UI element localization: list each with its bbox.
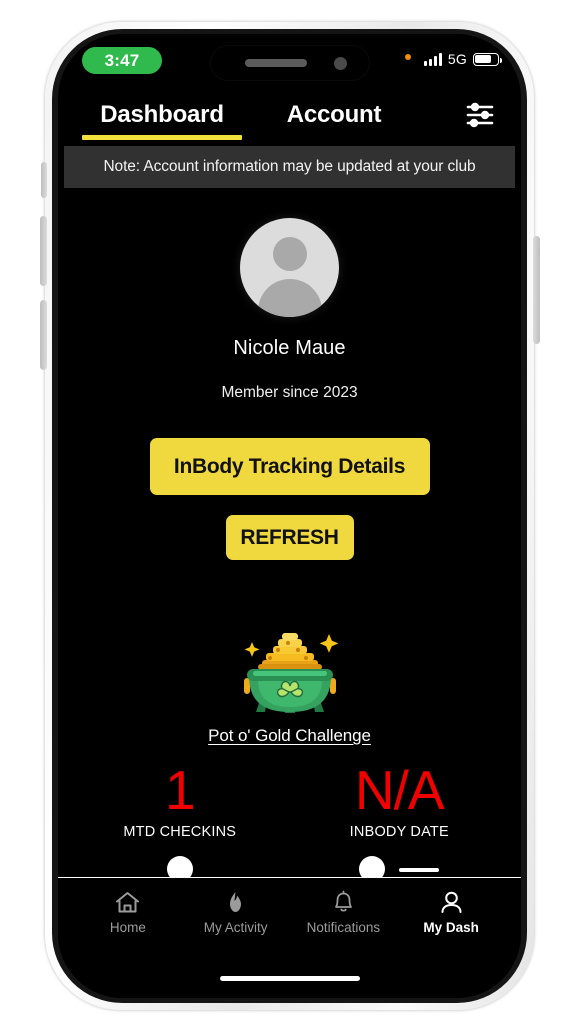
front-camera-icon: [333, 57, 347, 70]
stat-inbody-date-value: N/A: [354, 759, 445, 821]
battery-icon: [473, 52, 502, 66]
nav-item-home-label: Home: [109, 920, 146, 935]
bottom-navigation-bar: Home My Activity Notifications My Dash: [58, 877, 521, 998]
volume-down-button[interactable]: [40, 300, 47, 370]
peek-circle-line-right: [290, 856, 510, 883]
nav-item-my-dash-label: My Dash: [423, 920, 479, 935]
dashboard-content: Nicole Maue Member since 2023 InBody Tra…: [58, 188, 521, 883]
status-right-cluster: 5G: [405, 51, 502, 67]
tab-dashboard-label: Dashboard: [100, 101, 224, 128]
stats-row: 1 MTD CHECKINS N/A INBODY DATE: [58, 762, 521, 840]
stat-mtd-checkins-label: MTD CHECKINS: [123, 824, 237, 841]
stat-mtd-checkins-value: 1: [164, 759, 196, 821]
volume-up-button[interactable]: [40, 216, 47, 286]
tab-account[interactable]: Account: [248, 92, 420, 138]
tab-dashboard[interactable]: Dashboard: [76, 92, 248, 140]
account-note-banner: Note: Account information may be updated…: [64, 146, 515, 188]
screenshot-stage: 3:47 5G Dashboard Account Note: Account …: [0, 0, 579, 1030]
cellular-signal-icon: [423, 52, 442, 66]
nav-item-my-activity-label: My Activity: [203, 920, 268, 935]
settings-filters-button[interactable]: [457, 92, 503, 138]
bell-icon: [334, 890, 352, 912]
status-time-pill[interactable]: 3:47: [82, 47, 162, 74]
bottom-nav-items: Home My Activity Notifications My Dash: [58, 878, 521, 935]
stat-inbody-date-label: INBODY DATE: [349, 824, 449, 841]
status-time: 3:47: [104, 50, 140, 70]
member-name: Nicole Maue: [233, 337, 346, 359]
nav-item-notifications-label: Notifications: [306, 920, 381, 935]
phone-screen: 3:47 5G Dashboard Account Note: Account …: [58, 34, 521, 998]
power-button[interactable]: [533, 236, 540, 344]
peek-circle-left: [70, 856, 290, 883]
pot-of-gold-icon: [243, 633, 338, 713]
account-note-text: Note: Account information may be updated…: [103, 158, 476, 175]
avatar[interactable]: [240, 218, 339, 317]
stat-mtd-checkins: 1 MTD CHECKINS: [70, 762, 290, 840]
avatar-container: [58, 218, 521, 317]
stat-inbody-date: N/A INBODY DATE: [290, 762, 510, 840]
nav-item-my-activity[interactable]: My Activity: [182, 890, 290, 935]
home-icon: [116, 892, 140, 913]
below-fold-peek: [58, 856, 521, 883]
status-bar: 3:47 5G: [58, 34, 521, 86]
flame-icon: [230, 892, 242, 912]
dynamic-island: [209, 45, 370, 81]
challenge-title[interactable]: Pot o' Gold Challenge: [58, 726, 521, 746]
tab-active-underline: [82, 135, 242, 140]
top-tab-bar: Dashboard Account: [58, 92, 521, 144]
tab-account-label: Account: [286, 101, 382, 128]
recording-indicator-icon: [405, 54, 411, 60]
challenge-section: Pot o' Gold Challenge: [58, 608, 521, 746]
person-icon: [441, 891, 462, 913]
silent-switch-button[interactable]: [41, 162, 47, 198]
nav-item-notifications[interactable]: Notifications: [290, 890, 398, 935]
member-since-text: Member since 2023: [221, 384, 358, 401]
sliders-icon: [466, 102, 494, 128]
earpiece-speaker: [244, 59, 307, 67]
refresh-button[interactable]: REFRESH: [225, 515, 354, 560]
nav-item-my-dash[interactable]: My Dash: [397, 890, 505, 935]
nav-item-home[interactable]: Home: [74, 890, 182, 935]
inbody-tracking-details-button[interactable]: InBody Tracking Details: [149, 438, 430, 495]
home-indicator[interactable]: [219, 976, 360, 981]
avatar-body-icon: [257, 279, 322, 317]
network-type-label: 5G: [447, 51, 467, 67]
avatar-head-icon: [272, 237, 307, 271]
